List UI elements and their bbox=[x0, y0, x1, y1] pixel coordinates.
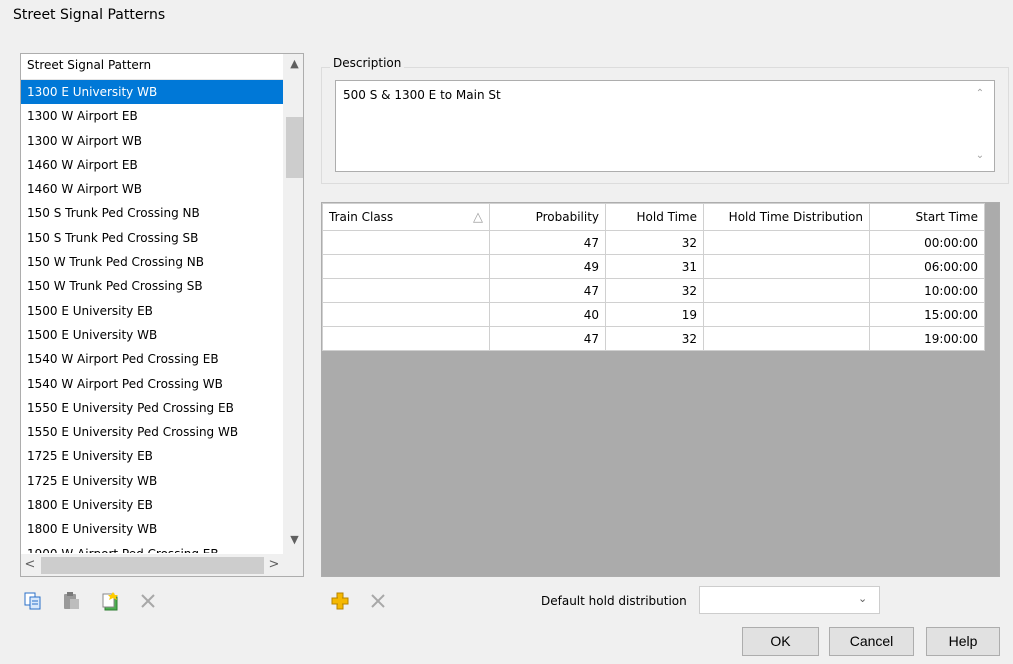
column-header-train-class[interactable]: Train Class △ bbox=[322, 203, 490, 231]
add-row-button[interactable] bbox=[327, 588, 353, 614]
new-icon bbox=[102, 592, 118, 611]
ok-button[interactable]: OK bbox=[742, 627, 819, 656]
list-item[interactable]: 1800 E University EB bbox=[21, 493, 283, 517]
signal-timing-grid[interactable]: Train Class △ Probability Hold Time Hold … bbox=[321, 202, 1000, 577]
table-row[interactable]: 47 32 19:00:00 bbox=[322, 326, 985, 351]
table-cell[interactable]: 10:00:00 bbox=[869, 278, 985, 303]
paste-icon bbox=[64, 592, 79, 609]
table-cell[interactable] bbox=[322, 278, 490, 303]
timing-table: Train Class △ Probability Hold Time Hold … bbox=[322, 203, 985, 351]
list-item[interactable]: 150 W Trunk Ped Crossing SB bbox=[21, 274, 283, 298]
table-cell[interactable]: 47 bbox=[489, 230, 606, 255]
table-cell[interactable] bbox=[703, 254, 870, 279]
table-cell[interactable]: 32 bbox=[605, 326, 704, 351]
table-cell[interactable]: 19:00:00 bbox=[869, 326, 985, 351]
delete-row-button[interactable] bbox=[365, 588, 391, 614]
list-item[interactable]: 1550 E University Ped Crossing WB bbox=[21, 420, 283, 444]
table-cell[interactable]: 32 bbox=[605, 278, 704, 303]
chevron-down-icon[interactable]: ⌄ bbox=[858, 592, 867, 605]
table-cell[interactable]: 32 bbox=[605, 230, 704, 255]
list-item[interactable]: 1300 W Airport WB bbox=[21, 129, 283, 153]
table-cell[interactable]: 15:00:00 bbox=[869, 302, 985, 327]
delete-pattern-button[interactable] bbox=[135, 588, 161, 614]
table-cell[interactable] bbox=[703, 278, 870, 303]
cancel-button[interactable]: Cancel bbox=[829, 627, 914, 656]
list-item[interactable]: 1900 W Airport Ped Crossing EB bbox=[21, 542, 283, 553]
copy-icon bbox=[24, 592, 41, 610]
help-button[interactable]: Help bbox=[926, 627, 1000, 656]
scroll-thumb[interactable] bbox=[286, 117, 303, 178]
table-cell[interactable] bbox=[322, 302, 490, 327]
table-row[interactable]: 47 32 00:00:00 bbox=[322, 230, 985, 255]
column-header-label: Train Class bbox=[329, 209, 394, 224]
table-cell[interactable] bbox=[322, 254, 490, 279]
window-title: Street Signal Patterns bbox=[13, 7, 166, 23]
scroll-left-icon[interactable]: < bbox=[21, 554, 39, 576]
description-field[interactable]: 500 S & 1300 E to Main St bbox=[335, 80, 995, 172]
table-cell[interactable]: 31 bbox=[605, 254, 704, 279]
list-item[interactable]: 1460 W Airport WB bbox=[21, 177, 283, 201]
new-pattern-button[interactable] bbox=[97, 588, 123, 614]
list-item[interactable]: 1540 W Airport Ped Crossing WB bbox=[21, 372, 283, 396]
copy-pattern-button[interactable] bbox=[20, 588, 46, 614]
pattern-list-hscrollbar[interactable]: < > bbox=[21, 554, 303, 576]
list-item[interactable]: 1500 E University EB bbox=[21, 299, 283, 323]
table-cell[interactable]: 47 bbox=[489, 326, 606, 351]
table-cell[interactable] bbox=[703, 302, 870, 327]
pattern-list-header[interactable]: Street Signal Pattern bbox=[21, 54, 283, 80]
list-item[interactable]: 150 W Trunk Ped Crossing NB bbox=[21, 250, 283, 274]
list-item[interactable]: 150 S Trunk Ped Crossing SB bbox=[21, 226, 283, 250]
list-item[interactable]: 1300 W Airport EB bbox=[21, 104, 283, 128]
table-cell[interactable] bbox=[703, 326, 870, 351]
list-item[interactable]: 1460 W Airport EB bbox=[21, 153, 283, 177]
column-header-hold-time-distribution[interactable]: Hold Time Distribution bbox=[703, 203, 870, 231]
table-cell[interactable]: 47 bbox=[489, 278, 606, 303]
list-item[interactable]: 1725 E University WB bbox=[21, 469, 283, 493]
column-header-start-time[interactable]: Start Time bbox=[869, 203, 985, 231]
scroll-up-icon[interactable]: ▲ bbox=[284, 54, 303, 74]
table-cell[interactable] bbox=[703, 230, 870, 255]
table-header-row: Train Class △ Probability Hold Time Hold … bbox=[322, 203, 985, 231]
description-scroll-down-icon[interactable]: ⌄ bbox=[970, 150, 990, 166]
hscroll-thumb[interactable] bbox=[41, 557, 264, 574]
pattern-list-panel: Street Signal Pattern 1300 E University … bbox=[20, 53, 304, 577]
list-item[interactable]: 1540 W Airport Ped Crossing EB bbox=[21, 347, 283, 371]
list-item[interactable]: 150 S Trunk Ped Crossing NB bbox=[21, 201, 283, 225]
table-row[interactable]: 47 32 10:00:00 bbox=[322, 278, 985, 303]
table-cell[interactable]: 19 bbox=[605, 302, 704, 327]
list-item[interactable]: 1550 E University Ped Crossing EB bbox=[21, 396, 283, 420]
default-hold-distribution-label: Default hold distribution bbox=[541, 594, 687, 608]
scroll-right-icon[interactable]: > bbox=[264, 554, 284, 576]
delete-icon bbox=[141, 594, 155, 608]
list-item[interactable]: 1500 E University WB bbox=[21, 323, 283, 347]
column-header-probability[interactable]: Probability bbox=[489, 203, 606, 231]
scroll-down-icon[interactable]: ▼ bbox=[284, 530, 303, 550]
paste-pattern-button[interactable] bbox=[58, 588, 84, 614]
default-hold-distribution-select[interactable] bbox=[699, 586, 880, 614]
table-row[interactable]: 49 31 06:00:00 bbox=[322, 254, 985, 279]
table-cell[interactable]: 00:00:00 bbox=[869, 230, 985, 255]
delete-icon bbox=[371, 594, 385, 608]
description-label: Description bbox=[330, 56, 405, 70]
scroll-corner bbox=[284, 554, 303, 576]
list-item[interactable]: 1800 E University WB bbox=[21, 517, 283, 541]
column-header-hold-time[interactable]: Hold Time bbox=[605, 203, 704, 231]
description-scroll-up-icon[interactable]: ⌃ bbox=[970, 88, 990, 104]
table-row[interactable]: 40 19 15:00:00 bbox=[322, 302, 985, 327]
table-cell[interactable]: 06:00:00 bbox=[869, 254, 985, 279]
pattern-list-vscrollbar[interactable]: ▲ ▼ bbox=[283, 54, 303, 554]
table-cell[interactable]: 49 bbox=[489, 254, 606, 279]
sort-ascending-icon: △ bbox=[473, 209, 483, 225]
pattern-list[interactable]: 1300 E University WB 1300 W Airport EB 130… bbox=[21, 80, 283, 553]
table-cell[interactable] bbox=[322, 326, 490, 351]
add-icon bbox=[331, 592, 349, 610]
list-item[interactable]: 1725 E University EB bbox=[21, 444, 283, 468]
table-cell[interactable] bbox=[322, 230, 490, 255]
table-cell[interactable]: 40 bbox=[489, 302, 606, 327]
list-item[interactable]: 1300 E University WB bbox=[21, 80, 283, 105]
